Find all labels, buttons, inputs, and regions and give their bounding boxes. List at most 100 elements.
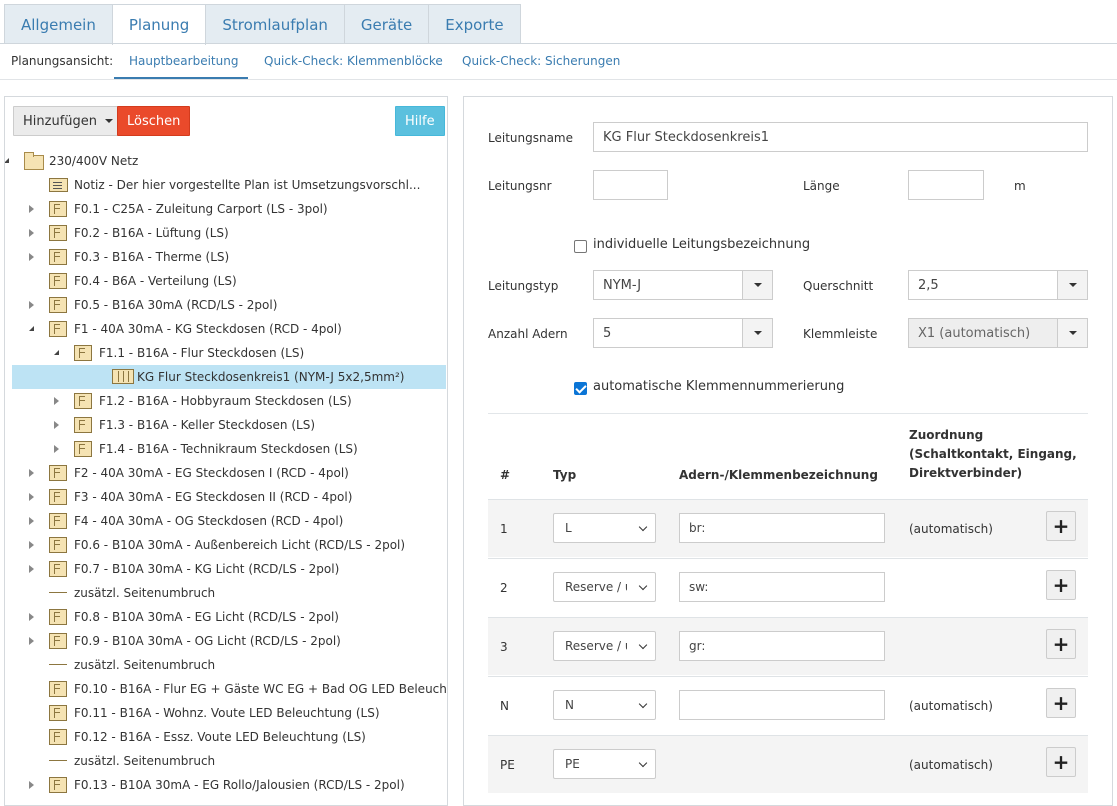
tree-node[interactable]: F0.10 - B16A - Flur EG + Gäste WC EG + B… <box>12 677 447 701</box>
add-assignment-button[interactable]: + <box>1046 511 1076 541</box>
expanded-arrow-icon[interactable] <box>5 158 9 163</box>
add-assignment-button[interactable]: + <box>1046 747 1076 777</box>
help-button[interactable]: Hilfe <box>395 106 445 136</box>
expanded-arrow-icon[interactable] <box>54 350 59 355</box>
delete-button[interactable]: Löschen <box>117 106 191 136</box>
tab-planung[interactable]: Planung <box>111 4 207 45</box>
collapsed-arrow-icon[interactable] <box>29 781 34 789</box>
tree-node[interactable]: KG Flur Steckdosenkreis1 (NYM-J 5x2,5mm²… <box>12 365 446 389</box>
col-header-number: # <box>500 468 511 482</box>
length-label: Länge <box>803 179 840 193</box>
cable-name-label: Leitungsname <box>488 131 574 145</box>
tree-node[interactable]: F0.9 - B10A 30mA - OG Licht (RCD/LS - 2p… <box>12 629 446 653</box>
subnav-active-indicator <box>114 77 248 79</box>
tree-node[interactable]: F1.1 - B16A - Flur Steckdosen (LS) <box>12 341 446 365</box>
auto-numbering-checkbox[interactable] <box>574 382 587 395</box>
length-input[interactable] <box>908 170 984 200</box>
tree-node[interactable]: F0.4 - B6A - Verteilung (LS) <box>12 269 446 293</box>
tree-node-label: zusätzl. Seitenumbruch <box>74 754 216 768</box>
individual-designation-checkbox[interactable] <box>574 240 587 253</box>
subnav-link-quick-check-klemmenbloecke[interactable]: Quick-Check: Klemmenblöcke <box>264 54 443 68</box>
tree-node[interactable]: F1.2 - B16A - Hobbyraum Steckdosen (LS) <box>12 389 446 413</box>
tree-node[interactable]: F0.8 - B10A 30mA - EG Licht (RCD/LS - 2p… <box>12 605 446 629</box>
subnav-link-quick-check-sicherungen[interactable]: Quick-Check: Sicherungen <box>462 54 620 68</box>
cable-number-input[interactable] <box>593 170 668 200</box>
cores-label: Anzahl Adern <box>488 327 568 341</box>
tree-node[interactable]: zusätzl. Seitenumbruch <box>12 581 446 605</box>
tree-node[interactable]: F4 - 40A 30mA - OG Steckdosen (RCD - 4po… <box>12 509 446 533</box>
tree-node-label: F4 - 40A 30mA - OG Steckdosen (RCD - 4po… <box>74 514 344 528</box>
tree-node[interactable]: F0.1 - C25A - Zuleitung Carport (LS - 3p… <box>12 197 446 221</box>
collapsed-arrow-icon[interactable] <box>54 421 59 429</box>
tree-node[interactable]: Notiz - Der hier vorgestellte Plan ist U… <box>12 173 446 197</box>
tree-node[interactable]: F0.5 - B16A 30mA (RCD/LS - 2pol) <box>12 293 446 317</box>
chevron-down-icon <box>1057 319 1087 347</box>
tree-node[interactable]: F0.13 - B10A 30mA - EG Rollo/Jalousien (… <box>12 773 446 797</box>
col-header-type: Typ <box>553 468 577 482</box>
tree-node-label: KG Flur Steckdosenkreis1 (NYM-J 5x2,5mm²… <box>137 370 405 384</box>
tree-node[interactable]: F0.3 - B16A - Therme (LS) <box>12 245 446 269</box>
tree-node-label: F0.12 - B16A - Essz. Voute LED Beleuchtu… <box>74 730 366 744</box>
circuit-tree: 230/400V Netz Notiz - Der hier vorgestell… <box>5 149 447 797</box>
cable-name-input[interactable]: KG Flur Steckdosenkreis1 <box>593 122 1088 152</box>
collapsed-arrow-icon[interactable] <box>29 565 34 573</box>
core-type-select[interactable]: Reserve / unbelegt <box>553 572 656 602</box>
tree-node[interactable]: F2 - 40A 30mA - EG Steckdosen I (RCD - 4… <box>12 461 446 485</box>
tab-exporte[interactable]: Exporte <box>428 4 521 44</box>
add-assignment-button[interactable]: + <box>1046 688 1076 718</box>
collapsed-arrow-icon[interactable] <box>29 205 34 213</box>
tree-node-label: F1.1 - B16A - Flur Steckdosen (LS) <box>99 346 305 360</box>
add-assignment-button[interactable]: + <box>1046 629 1076 659</box>
collapsed-arrow-icon[interactable] <box>29 613 34 621</box>
tree-node[interactable]: F1.3 - B16A - Keller Steckdosen (LS) <box>12 413 446 437</box>
collapsed-arrow-icon[interactable] <box>29 469 34 477</box>
tree-node-label: F1.4 - B16A - Technikraum Steckdosen (LS… <box>99 442 358 456</box>
tab-geraete[interactable]: Geräte <box>343 4 430 44</box>
collapsed-arrow-icon[interactable] <box>29 637 34 645</box>
chevron-down-icon[interactable] <box>1057 271 1087 299</box>
cores-select[interactable]: 5 <box>593 318 773 348</box>
collapsed-arrow-icon[interactable] <box>29 301 34 309</box>
tree-node-label: F0.6 - B10A 30mA - Außenbereich Licht (R… <box>74 538 406 552</box>
core-designation-input[interactable]: br: <box>679 513 885 543</box>
col-header-assignment-line1: Zuordnung <box>909 428 984 442</box>
tree-node-label: F0.4 - B6A - Verteilung (LS) <box>74 274 237 288</box>
tree-node[interactable]: F0.7 - B10A 30mA - KG Licht (RCD/LS - 2p… <box>12 557 446 581</box>
collapsed-arrow-icon[interactable] <box>29 541 34 549</box>
core-type-select[interactable]: Reserve / unbelegt <box>553 631 656 661</box>
chevron-down-icon[interactable] <box>742 319 772 347</box>
subnav-link-hauptbearbeitung[interactable]: Hauptbearbeitung <box>129 54 238 68</box>
tree-node[interactable]: F0.11 - B16A - Wohnz. Voute LED Beleucht… <box>12 701 446 725</box>
collapsed-arrow-icon[interactable] <box>54 397 59 405</box>
terminal-strip-select: X1 (automatisch) <box>908 318 1088 348</box>
tab-stromlaufplan[interactable]: Stromlaufplan <box>205 4 345 44</box>
core-type-select[interactable]: L <box>553 513 656 543</box>
tree-node[interactable]: F3 - 40A 30mA - EG Steckdosen II (RCD - … <box>12 485 446 509</box>
core-type-select[interactable]: PE <box>553 749 656 779</box>
tree-node[interactable]: F0.12 - B16A - Essz. Voute LED Beleuchtu… <box>12 725 446 749</box>
collapsed-arrow-icon[interactable] <box>29 517 34 525</box>
tab-allgemein[interactable]: Allgemein <box>4 4 113 44</box>
add-dropdown-button[interactable]: Hinzufügen <box>13 106 123 136</box>
add-assignment-button[interactable]: + <box>1046 570 1076 600</box>
cross-section-select[interactable]: 2,5 <box>908 270 1088 300</box>
collapsed-arrow-icon[interactable] <box>29 253 34 261</box>
expanded-arrow-icon[interactable] <box>29 326 34 331</box>
core-designation-input[interactable]: gr: <box>679 631 885 661</box>
core-type-value: Reserve / unbelegt <box>565 639 627 653</box>
core-type-select[interactable]: N <box>553 690 656 720</box>
tree-node[interactable]: F1.4 - B16A - Technikraum Steckdosen (LS… <box>12 437 446 461</box>
collapsed-arrow-icon[interactable] <box>54 445 59 453</box>
tree-node[interactable]: zusätzl. Seitenumbruch <box>12 653 446 677</box>
core-designation-input[interactable] <box>679 690 885 720</box>
tree-node[interactable]: F0.6 - B10A 30mA - Außenbereich Licht (R… <box>12 533 446 557</box>
core-designation-input[interactable]: sw: <box>679 572 885 602</box>
tree-node[interactable]: F0.2 - B16A - Lüftung (LS) <box>12 221 446 245</box>
tree-node[interactable]: zusätzl. Seitenumbruch <box>12 749 446 773</box>
tree-node[interactable]: F1 - 40A 30mA - KG Steckdosen (RCD - 4po… <box>12 317 446 341</box>
chevron-down-icon[interactable] <box>742 271 772 299</box>
cable-type-select[interactable]: NYM-J <box>593 270 773 300</box>
tree-node[interactable]: 230/400V Netz <box>5 149 446 173</box>
collapsed-arrow-icon[interactable] <box>29 229 34 237</box>
collapsed-arrow-icon[interactable] <box>29 493 34 501</box>
